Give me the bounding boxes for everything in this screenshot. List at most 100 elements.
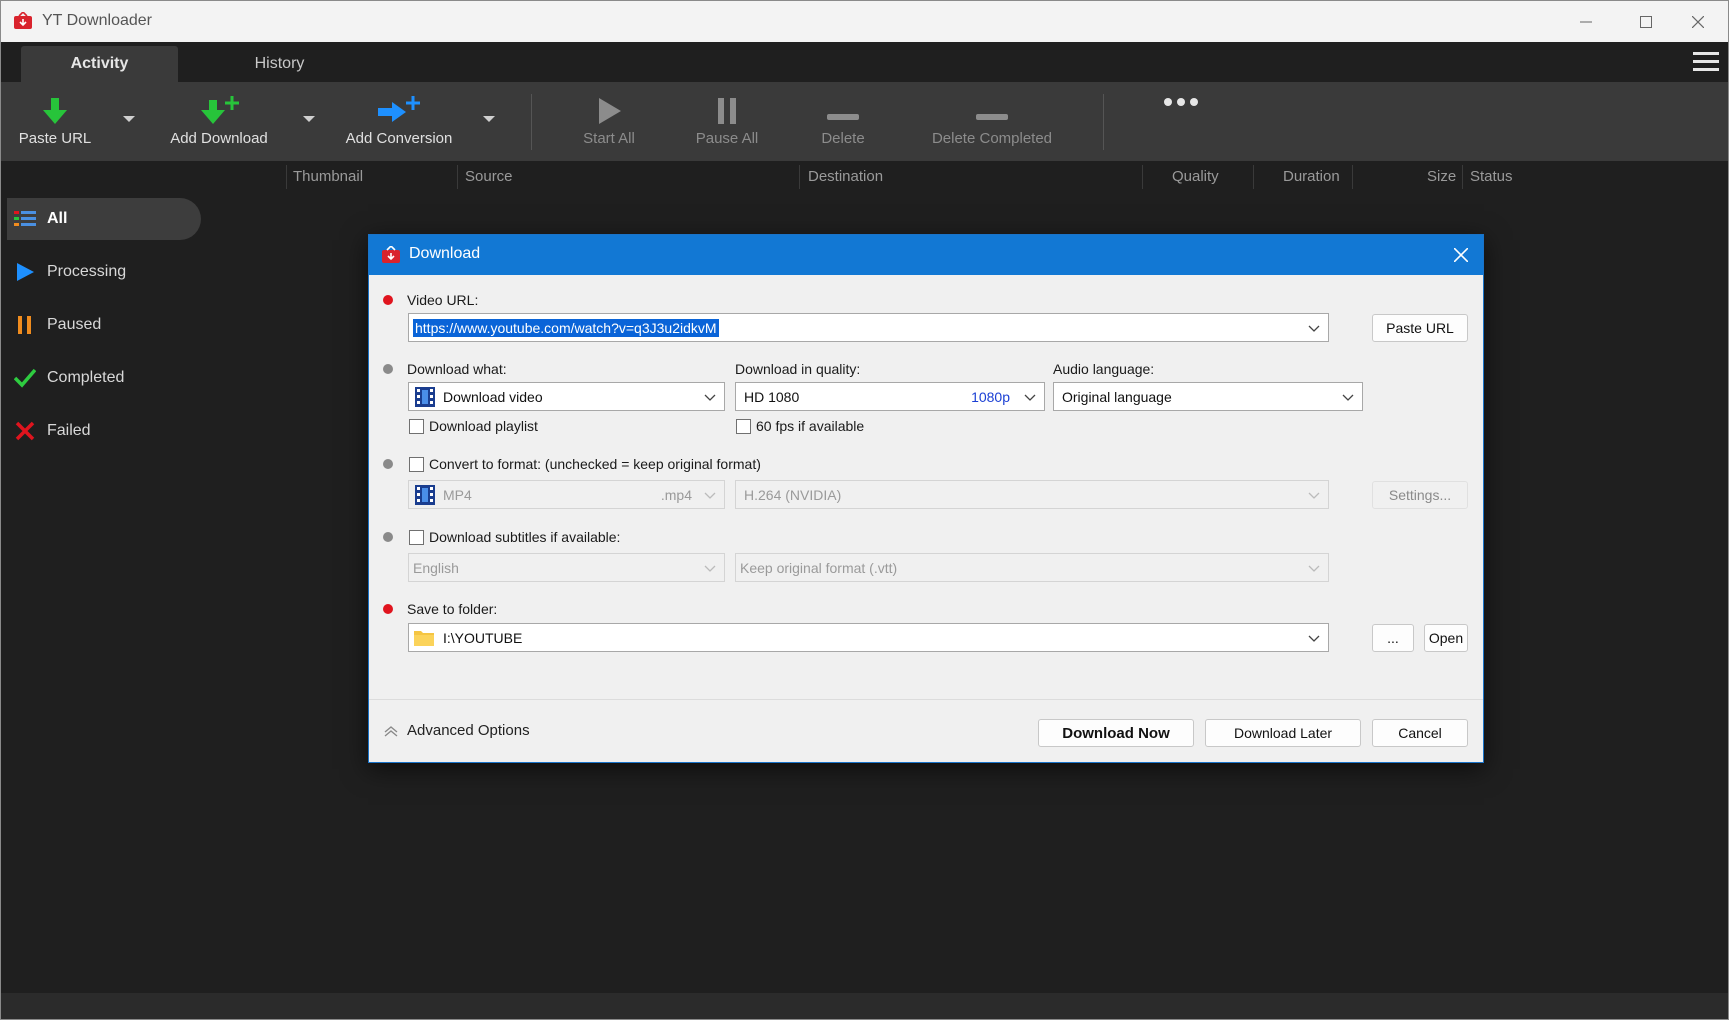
- pause-all-label: Pause All: [695, 130, 759, 147]
- chevron-up-icon: [384, 725, 398, 736]
- fps-checkbox[interactable]: [736, 419, 751, 434]
- column-destination[interactable]: Destination: [808, 168, 883, 185]
- format-value: MP4: [443, 486, 472, 503]
- menu-icon[interactable]: [1692, 48, 1720, 76]
- toolbar: Paste URL Add Download Add Conversion St…: [1, 82, 1728, 161]
- paste-url-button[interactable]: Paste URL: [15, 82, 95, 161]
- delete-button[interactable]: Delete: [803, 82, 883, 161]
- toolbar-separator: [531, 94, 532, 150]
- convert-format-checkbox[interactable]: [409, 457, 424, 472]
- chevron-down-icon[interactable]: [704, 562, 716, 574]
- minimize-button[interactable]: [1556, 1, 1616, 42]
- subtitles-checkbox[interactable]: [409, 530, 424, 545]
- close-icon: [1692, 15, 1704, 28]
- app-logo-icon: [14, 12, 32, 29]
- add-download-dropdown-icon[interactable]: [303, 116, 315, 122]
- close-window-button[interactable]: [1668, 1, 1728, 42]
- pause-icon: [718, 98, 736, 124]
- download-now-button[interactable]: Download Now: [1038, 719, 1194, 747]
- sidebar-item-failed[interactable]: Failed: [7, 410, 201, 452]
- section-marker: [383, 459, 393, 469]
- minimize-icon: [1580, 21, 1592, 22]
- chevron-down-icon[interactable]: [1024, 391, 1036, 403]
- codec-select[interactable]: H.264 (NVIDIA): [735, 480, 1329, 509]
- quality-badge: 1080p: [971, 388, 1010, 405]
- sidebar-item-processing[interactable]: Processing: [7, 251, 201, 293]
- chevron-down-icon[interactable]: [1308, 562, 1320, 574]
- paste-url-label: Paste URL: [18, 130, 92, 147]
- download-arrow-icon: [43, 98, 67, 124]
- open-folder-button[interactable]: Open: [1424, 624, 1468, 652]
- pause-icon: [13, 314, 37, 336]
- chevron-down-icon[interactable]: [1308, 632, 1320, 644]
- download-what-select[interactable]: Download video: [408, 382, 725, 411]
- sidebar-item-label: Processing: [47, 263, 127, 280]
- maximize-button[interactable]: [1616, 1, 1676, 42]
- download-what-label: Download what:: [407, 361, 507, 377]
- chevron-down-icon[interactable]: [704, 391, 716, 403]
- chevron-down-icon[interactable]: [1342, 391, 1354, 403]
- chevron-down-icon[interactable]: [1308, 489, 1320, 501]
- delete-completed-label: Delete Completed: [931, 130, 1053, 147]
- advanced-options-label: Advanced Options: [407, 722, 530, 739]
- video-url-input[interactable]: https://www.youtube.com/watch?v=q3J3u2id…: [408, 313, 1329, 342]
- sidebar-item-label: Failed: [47, 422, 91, 439]
- minus-icon: [976, 114, 1008, 120]
- pause-all-button[interactable]: Pause All: [687, 82, 767, 161]
- column-size[interactable]: Size: [1427, 168, 1456, 185]
- column-duration[interactable]: Duration: [1283, 168, 1340, 185]
- tab-activity[interactable]: Activity: [21, 46, 178, 82]
- subtitle-language-select[interactable]: English: [408, 553, 725, 582]
- film-icon: [415, 484, 435, 505]
- dialog-title-bar: Download: [369, 235, 1483, 275]
- audio-language-select[interactable]: Original language: [1053, 382, 1363, 411]
- maximize-icon: [1640, 15, 1652, 28]
- title-bar: YT Downloader: [1, 1, 1728, 42]
- chevron-down-icon[interactable]: [704, 489, 716, 501]
- play-icon: [599, 98, 621, 124]
- sidebar-item-all[interactable]: All: [7, 198, 201, 240]
- sidebar-item-paused[interactable]: Paused: [7, 304, 201, 346]
- column-status[interactable]: Status: [1470, 168, 1513, 185]
- quality-select[interactable]: HD 1080 1080p: [735, 382, 1045, 411]
- settings-button[interactable]: Settings...: [1372, 481, 1468, 509]
- column-quality[interactable]: Quality: [1172, 168, 1219, 185]
- video-url-label: Video URL:: [407, 292, 479, 308]
- cancel-button[interactable]: Cancel: [1372, 719, 1468, 747]
- sidebar-item-completed[interactable]: Completed: [7, 357, 201, 399]
- add-download-button[interactable]: Add Download: [161, 82, 277, 161]
- save-folder-value: I:\YOUTUBE: [443, 629, 523, 646]
- tab-history[interactable]: History: [206, 46, 353, 82]
- start-all-button[interactable]: Start All: [569, 82, 649, 161]
- more-button[interactable]: [1151, 82, 1211, 161]
- app-window: YT Downloader Activity History Paste URL…: [0, 0, 1729, 1020]
- add-conversion-dropdown-icon[interactable]: [483, 116, 495, 122]
- column-thumbnail[interactable]: Thumbnail: [293, 168, 363, 185]
- download-later-button[interactable]: Download Later: [1205, 719, 1361, 747]
- list-icon: [13, 208, 37, 230]
- download-playlist-label: Download playlist: [429, 418, 538, 434]
- subtitle-format-select[interactable]: Keep original format (.vtt): [735, 553, 1329, 582]
- delete-completed-button[interactable]: Delete Completed: [925, 82, 1059, 161]
- advanced-options-toggle[interactable]: Advanced Options: [383, 722, 530, 739]
- column-separator: [1142, 165, 1143, 189]
- paste-url-button[interactable]: Paste URL: [1372, 314, 1468, 342]
- add-conversion-label: Add Conversion: [345, 130, 453, 147]
- section-marker: [383, 364, 393, 374]
- download-playlist-checkbox[interactable]: [409, 419, 424, 434]
- column-source[interactable]: Source: [465, 168, 513, 185]
- audio-language-value: Original language: [1062, 388, 1172, 405]
- save-folder-input[interactable]: I:\YOUTUBE: [408, 623, 1329, 652]
- quality-value: HD 1080: [744, 388, 800, 405]
- paste-url-dropdown-icon[interactable]: [123, 116, 135, 122]
- dialog-close-button[interactable]: [1449, 243, 1473, 267]
- add-conversion-button[interactable]: Add Conversion: [339, 82, 459, 161]
- browse-button[interactable]: ...: [1372, 624, 1414, 652]
- fps-label: 60 fps if available: [756, 418, 865, 434]
- cross-icon: [13, 420, 37, 442]
- tab-bar: Activity History: [1, 42, 1728, 82]
- column-separator: [286, 165, 287, 189]
- start-all-label: Start All: [583, 130, 635, 147]
- format-select[interactable]: MP4 .mp4: [408, 480, 725, 509]
- chevron-down-icon[interactable]: [1308, 322, 1320, 334]
